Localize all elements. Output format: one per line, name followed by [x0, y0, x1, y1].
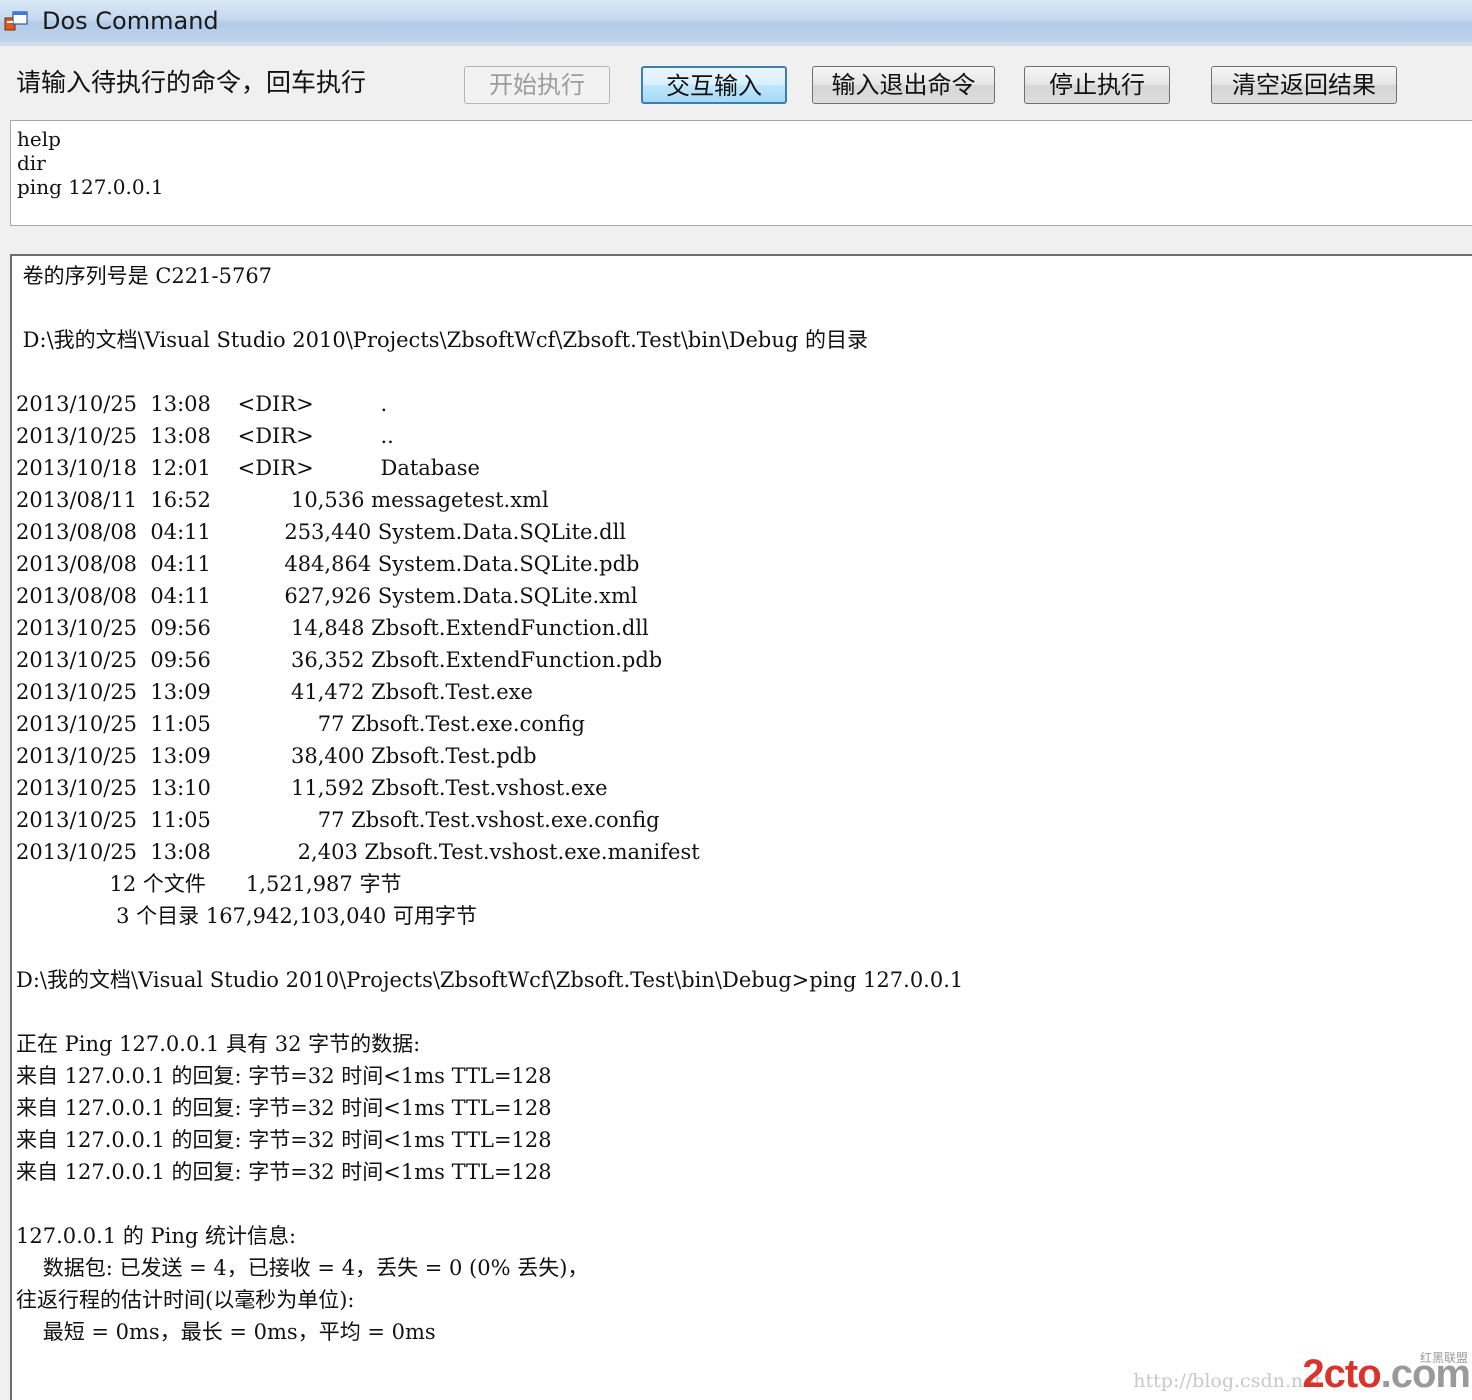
start-button[interactable]: 开始执行: [464, 66, 610, 104]
output-line: 12 个文件 1,521,987 字节: [16, 872, 402, 896]
output-line: D:\我的文档\Visual Studio 2010\Projects\Zbso…: [16, 328, 869, 352]
output-console[interactable]: 卷的序列号是 C221-5767 D:\我的文档\Visual Studio 2…: [10, 254, 1472, 1400]
send-exit-command-button[interactable]: 输入退出命令: [812, 66, 995, 104]
command-prompt-label: 请输入待执行的命令，回车执行: [16, 68, 367, 97]
output-line: 2013/10/25 09:56 36,352 Zbsoft.ExtendFun…: [16, 648, 663, 672]
output-line: 2013/08/08 04:11 484,864 System.Data.SQL…: [16, 552, 640, 576]
output-line: 来自 127.0.0.1 的回复: 字节=32 时间<1ms TTL=128: [16, 1128, 552, 1152]
output-line: 来自 127.0.0.1 的回复: 字节=32 时间<1ms TTL=128: [16, 1160, 552, 1184]
output-line: 2013/10/18 12:01 <DIR> Database: [16, 456, 480, 480]
output-line: 2013/10/25 11:05 77 Zbsoft.Test.exe.conf…: [16, 712, 585, 736]
output-line: 2013/10/25 09:56 14,848 Zbsoft.ExtendFun…: [16, 616, 649, 640]
title-bar: Dos Command: [0, 0, 1472, 43]
output-line: D:\我的文档\Visual Studio 2010\Projects\Zbso…: [16, 968, 964, 992]
output-line: 3 个目录 167,942,103,040 可用字节: [16, 904, 477, 928]
watermark-logo-main: 2cto: [1302, 1352, 1381, 1396]
output-line: 2013/10/25 13:08 <DIR> .: [16, 392, 388, 416]
interactive-input-button[interactable]: 交互输入: [641, 66, 787, 104]
window-title: Dos Command: [42, 7, 219, 35]
clear-results-button[interactable]: 清空返回结果: [1211, 66, 1397, 104]
output-line: 2013/08/08 04:11 627,926 System.Data.SQL…: [16, 584, 638, 608]
output-line: 2013/10/25 13:08 <DIR> ..: [16, 424, 394, 448]
stop-button[interactable]: 停止执行: [1024, 66, 1170, 104]
watermark-logo: 2cto.com: [1302, 1352, 1471, 1396]
output-line: 卷的序列号是 C221-5767: [16, 264, 273, 288]
output-line: 数据包: 已发送 = 4，已接收 = 4，丢失 = 0 (0% 丢失)，: [16, 1256, 589, 1280]
output-line: 来自 127.0.0.1 的回复: 字节=32 时间<1ms TTL=128: [16, 1064, 552, 1088]
output-line: 2013/10/25 11:05 77 Zbsoft.Test.vshost.e…: [16, 808, 660, 832]
output-line: 2013/10/25 13:10 11,592 Zbsoft.Test.vsho…: [16, 776, 608, 800]
output-line: 2013/10/25 13:09 41,472 Zbsoft.Test.exe: [16, 680, 533, 704]
watermark-logo-suffix: .com: [1380, 1352, 1471, 1396]
output-line: 2013/10/25 13:09 38,400 Zbsoft.Test.pdb: [16, 744, 537, 768]
output-lines: 卷的序列号是 C221-5767 D:\我的文档\Visual Studio 2…: [16, 260, 1472, 1348]
output-line: 来自 127.0.0.1 的回复: 字节=32 时间<1ms TTL=128: [16, 1096, 552, 1120]
output-line: 2013/08/08 04:11 253,440 System.Data.SQL…: [16, 520, 627, 544]
output-line: 2013/10/25 13:08 2,403 Zbsoft.Test.vshos…: [16, 840, 700, 864]
output-line: 最短 = 0ms，最长 = 0ms，平均 = 0ms: [16, 1320, 436, 1344]
toolbar: 请输入待执行的命令，回车执行 开始执行 交互输入 输入退出命令 停止执行 清空返…: [0, 46, 1472, 118]
output-line: 2013/08/11 16:52 10,536 messagetest.xml: [16, 488, 549, 512]
output-line: 正在 Ping 127.0.0.1 具有 32 字节的数据:: [16, 1032, 421, 1056]
output-line: 127.0.0.1 的 Ping 统计信息:: [16, 1224, 297, 1248]
command-input[interactable]: [10, 120, 1472, 226]
output-line: 往返行程的估计时间(以毫秒为单位):: [16, 1288, 355, 1312]
watermark-url: http://blog.csdn.net: [1133, 1370, 1322, 1392]
app-window-icon: [4, 11, 28, 31]
